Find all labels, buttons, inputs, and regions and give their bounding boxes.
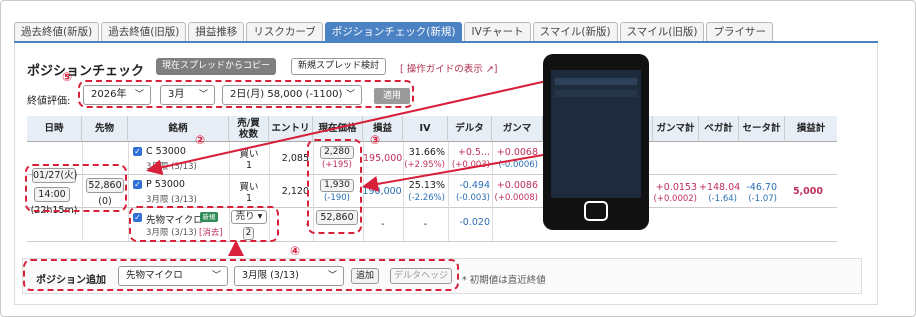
phone-screen-row — [555, 110, 637, 117]
phone-screen-row — [555, 130, 637, 137]
smartphone-illustration — [543, 54, 649, 230]
home-button-icon — [584, 201, 608, 221]
phone-screen-row — [555, 100, 637, 107]
phone-screen-row — [555, 150, 637, 157]
phone-screen-row — [555, 78, 637, 85]
arrow-phone-to-price — [362, 151, 561, 192]
annotation-arrows — [146, 77, 561, 256]
phone-screen-row — [555, 160, 637, 167]
phone-screen-row — [555, 120, 637, 127]
arrow-phone-to-row — [146, 77, 561, 176]
phone-screen-row — [555, 140, 637, 147]
phone-screen-row — [555, 90, 637, 97]
phone-screen — [551, 70, 641, 198]
phone-screen-row — [555, 170, 637, 177]
